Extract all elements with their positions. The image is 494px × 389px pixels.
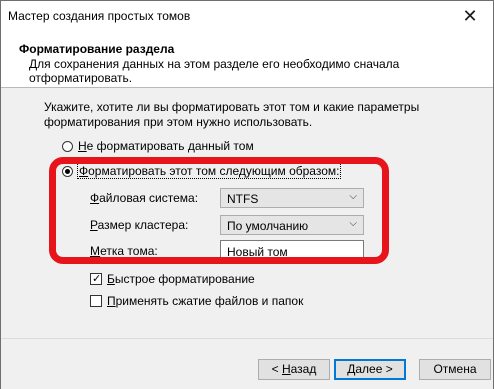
radio-no-format-label: Не форматировать данный том — [78, 139, 254, 153]
volume-label-label: Метка тома: — [90, 244, 158, 258]
filesystem-select[interactable]: NTFS ⌵ — [220, 188, 364, 208]
intro-text: Укажите, хотите ли вы форматировать этот… — [44, 100, 420, 129]
chevron-down-icon: ⌵ — [349, 191, 357, 202]
volume-label-field[interactable] — [220, 240, 364, 262]
wizard-body: Укажите, хотите ли вы форматировать этот… — [1, 88, 493, 338]
compression-label: Применять сжатие файлов и папок — [107, 294, 304, 308]
volume-label-input[interactable] — [225, 242, 359, 262]
quick-format-box[interactable]: ✓ — [90, 273, 102, 285]
filesystem-label: Файловая система: — [90, 191, 199, 205]
title-bar: Мастер создания простых томов ✕ — [1, 1, 493, 31]
wizard-footer: < Назад Далее > Отмена — [1, 338, 493, 389]
filesystem-value: NTFS — [227, 192, 259, 206]
page-subtitle: Для сохранения данных на этом разделе ег… — [29, 57, 400, 85]
radio-format[interactable]: Форматировать этот том следующим образом… — [62, 163, 342, 179]
radio-no-format[interactable]: Не форматировать данный том — [62, 139, 254, 153]
close-icon[interactable]: ✕ — [447, 1, 493, 31]
page-title: Форматирование раздела — [19, 42, 175, 56]
quick-format-label: Быстрое форматирование — [107, 272, 255, 286]
chevron-down-icon: ⌵ — [349, 218, 357, 229]
next-button[interactable]: Далее > — [334, 359, 406, 380]
cluster-size-value: По умолчанию — [227, 219, 309, 233]
cluster-size-select[interactable]: По умолчанию ⌵ — [220, 215, 364, 235]
window-title: Мастер создания простых томов — [8, 9, 191, 23]
radio-no-format-circle[interactable] — [62, 140, 73, 152]
wizard-header: Форматирование раздела Для сохранения да… — [1, 31, 493, 88]
wizard-window: Мастер создания простых томов ✕ Форматир… — [0, 0, 494, 389]
radio-format-circle[interactable] — [62, 165, 73, 177]
quick-format-checkbox[interactable]: ✓ Быстрое форматирование — [90, 272, 255, 286]
compression-checkbox[interactable]: Применять сжатие файлов и папок — [90, 294, 303, 308]
cluster-size-label: Размер кластера: — [90, 218, 189, 232]
compression-box[interactable] — [90, 295, 102, 307]
cancel-button[interactable]: Отмена — [419, 359, 491, 380]
radio-format-label: Форматировать этот том следующим образом… — [76, 163, 342, 179]
back-button[interactable]: < Назад — [258, 359, 330, 380]
checkmark-icon: ✓ — [92, 273, 102, 285]
